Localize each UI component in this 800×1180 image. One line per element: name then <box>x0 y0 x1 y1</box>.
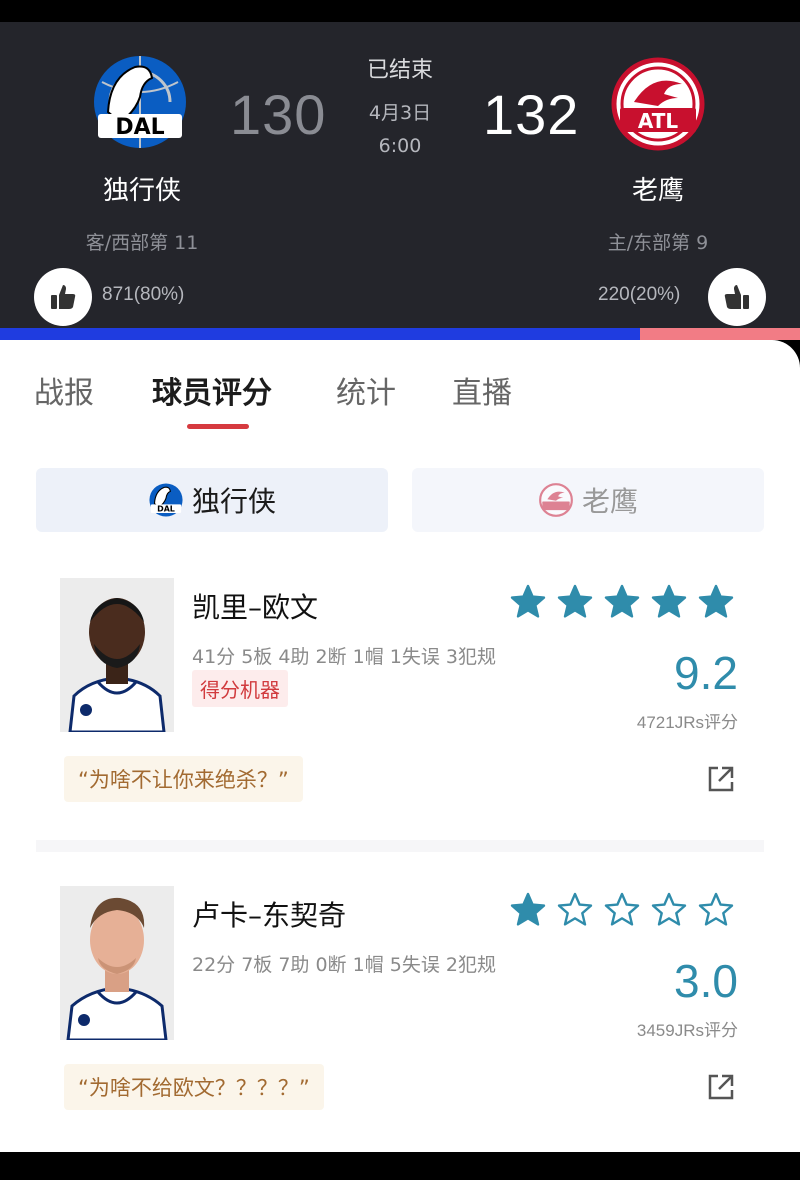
tab-bar: 战报 球员评分 统计 直播 <box>0 362 800 432</box>
share-icon[interactable] <box>706 1072 736 1102</box>
dal-logo-icon[interactable]: DAL <box>90 52 190 152</box>
player-name: 凯里–欧文 <box>192 591 319 624</box>
rating-count: 3459JRs评分 <box>636 1021 738 1040</box>
away-team-name: 独行侠 <box>102 176 181 206</box>
player-rating: 9.2 <box>674 647 738 699</box>
status-bar <box>0 0 800 22</box>
status-text: 已结束 <box>366 58 433 83</box>
content-panel: 战报 球员评分 统计 直播 DAL 独行侠 老鹰 凯里–欧文 41分 5板 4助… <box>0 340 800 1152</box>
thumbs-up-icon <box>51 285 76 309</box>
player-photo <box>60 886 174 1040</box>
star-filled-icon[interactable] <box>510 584 546 620</box>
away-vote-count: 871(80%) <box>102 284 185 305</box>
svg-text:DAL: DAL <box>115 115 164 140</box>
tab-report[interactable]: 战报 <box>34 368 94 412</box>
star-rating[interactable] <box>510 584 734 620</box>
player-name: 卢卡–东契奇 <box>192 899 347 932</box>
star-filled-icon[interactable] <box>604 584 640 620</box>
star-rating[interactable] <box>510 892 734 928</box>
tab-live[interactable]: 直播 <box>452 368 512 412</box>
rating-count: 4721JRs评分 <box>636 713 738 732</box>
game-time: 6:00 <box>378 135 422 157</box>
navigation-bar <box>0 1152 800 1180</box>
share-icon[interactable] <box>706 764 736 794</box>
star-filled-icon[interactable] <box>557 584 593 620</box>
active-tab-indicator <box>187 424 249 429</box>
player-card[interactable]: 卢卡–东契奇 22分 7板 7助 0断 1帽 5失误 2犯规 3.0 3459J… <box>36 868 764 1136</box>
svg-text:ATL: ATL <box>638 109 679 133</box>
away-team-rank: 客/西部第 11 <box>85 232 199 254</box>
player-comment[interactable]: “为啥不给欧文？？？？” <box>64 1064 324 1110</box>
away-score: 130 <box>230 83 327 146</box>
atl-logo-icon <box>538 482 574 518</box>
dal-logo-icon: DAL <box>148 482 184 518</box>
star-filled-icon[interactable] <box>651 584 687 620</box>
team-switch-label: 老鹰 <box>581 485 638 518</box>
star-empty-icon[interactable] <box>604 892 640 928</box>
thumbs-up-icon <box>724 285 749 309</box>
away-support-button[interactable] <box>34 268 92 326</box>
game-status: 已结束 4月3日 6:00 <box>340 56 460 158</box>
player-tag: 得分机器 <box>192 670 288 707</box>
star-filled-icon[interactable] <box>510 892 546 928</box>
away-vote-bar <box>0 328 640 340</box>
home-score: 132 <box>483 83 580 146</box>
star-filled-icon[interactable] <box>698 584 734 620</box>
team-switch-dal[interactable]: DAL 独行侠 <box>36 468 388 532</box>
player-photo <box>60 578 174 732</box>
player-card[interactable]: 凯里–欧文 41分 5板 4助 2断 1帽 1失误 3犯规 得分机器 9.2 4… <box>36 560 764 828</box>
player-rating: 3.0 <box>674 955 738 1007</box>
game-date: 4月3日 <box>368 102 432 124</box>
home-vote-bar <box>640 328 800 340</box>
player-stats: 22分 7板 7助 0断 1帽 5失误 2犯规 <box>192 954 496 976</box>
player-comment[interactable]: “为啥不让你来绝杀？” <box>64 756 303 802</box>
home-support-button[interactable] <box>708 268 766 326</box>
svg-text:DAL: DAL <box>157 505 175 514</box>
star-empty-icon[interactable] <box>557 892 593 928</box>
home-team-name: 老鹰 <box>631 176 684 206</box>
atl-logo-icon[interactable]: ATL <box>608 54 708 154</box>
game-header: DAL 130 已结束 4月3日 6:00 132 ATL 独行侠 老鹰 客/西… <box>0 22 800 340</box>
tab-player-ratings[interactable]: 球员评分 <box>152 368 272 412</box>
card-divider <box>36 840 764 852</box>
team-switch-atl[interactable]: 老鹰 <box>412 468 764 532</box>
star-empty-icon[interactable] <box>698 892 734 928</box>
star-empty-icon[interactable] <box>651 892 687 928</box>
team-switch-label: 独行侠 <box>191 485 276 518</box>
player-stats: 41分 5板 4助 2断 1帽 1失误 3犯规 <box>192 646 496 668</box>
tab-stats[interactable]: 统计 <box>336 368 396 412</box>
home-vote-count: 220(20%) <box>598 284 681 305</box>
home-team-rank: 主/东部第 9 <box>607 232 709 254</box>
